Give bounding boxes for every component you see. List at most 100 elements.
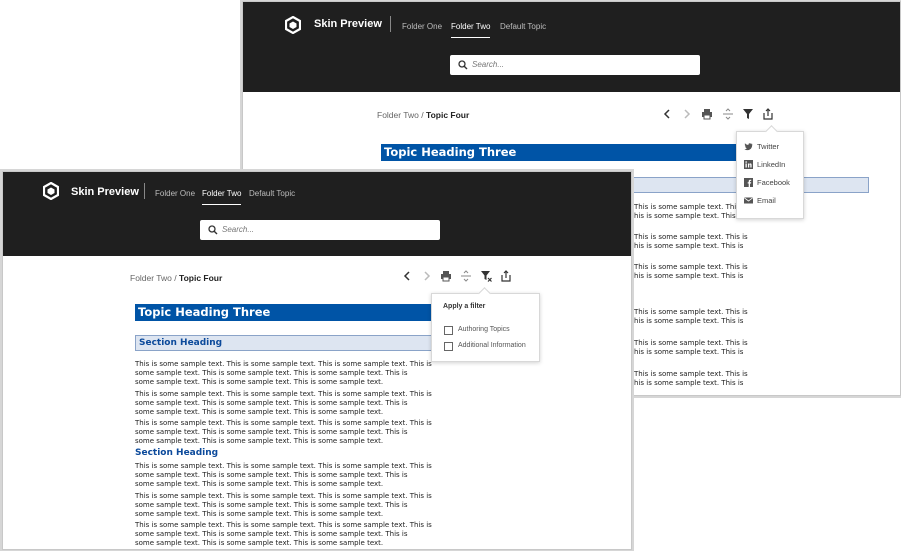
text-line: his is some sample text. This is (634, 242, 744, 250)
text-line: This is some sample text. This is (634, 339, 748, 347)
breadcrumb-current: Topic Four (426, 110, 470, 120)
paragraph: This is some sample text. This is some s… (135, 462, 432, 489)
text-line: some sample text. This is some sample te… (135, 530, 408, 538)
text-line: some sample text. This is some sample te… (135, 378, 384, 386)
popup-arrow (478, 287, 491, 300)
nav-folder-two[interactable]: Folder Two (451, 22, 491, 38)
filter-clear-icon (481, 271, 492, 282)
text-line: This is some sample text. This is some s… (135, 360, 432, 368)
paragraph: This is some sample text. This is his is… (634, 233, 748, 251)
paragraph: This is some sample text. This is his is… (634, 370, 748, 388)
twitter-icon (744, 143, 753, 151)
email-icon (744, 197, 753, 204)
text-line: his is some sample text. This is (634, 348, 744, 356)
filter-option-label: Authoring Topics (458, 326, 510, 333)
next-topic-button[interactable] (421, 270, 433, 282)
filter-menu-title: Apply a filter (443, 303, 486, 310)
nav-folder-two[interactable]: Folder Two (202, 189, 242, 205)
print-button[interactable] (440, 270, 452, 282)
text-line: some sample text. This is some sample te… (135, 437, 384, 445)
text-line: some sample text. This is some sample te… (135, 408, 384, 416)
print-button[interactable] (701, 108, 713, 120)
breadcrumb: Folder Two / Topic Four (377, 110, 469, 120)
paragraph: This is some sample text. This is his is… (634, 308, 748, 326)
breadcrumb-parent[interactable]: Folder Two (130, 273, 172, 283)
header-bar: Skin Preview Folder One Folder Two Defau… (243, 2, 900, 92)
brand-title[interactable]: Skin Preview (71, 186, 139, 198)
brand-separator (144, 183, 145, 199)
linkedin-icon (744, 160, 753, 169)
chevron-left-icon (403, 271, 410, 281)
topic-heading: Topic Heading Three (381, 144, 741, 161)
header-bar: Skin Preview Folder One Folder Two Defau… (3, 172, 631, 256)
share-icon (501, 270, 511, 282)
text-line: This is some sample text. This is some s… (135, 419, 432, 427)
search-placeholder: Search... (472, 60, 505, 69)
section-heading-2: Section Heading (135, 448, 219, 458)
previous-topic-button[interactable] (401, 270, 413, 282)
chevron-left-icon (663, 109, 670, 119)
text-line: This is some sample text. This is (634, 233, 748, 241)
next-topic-button[interactable] (681, 108, 693, 120)
text-line: some sample text. This is some sample te… (135, 480, 384, 488)
nav-default-topic[interactable]: Default Topic (249, 189, 295, 198)
paragraph: This is some sample text. This is his is… (634, 263, 748, 281)
breadcrumb-separator: / (174, 273, 177, 283)
section-heading-1: Section Heading (135, 335, 435, 351)
share-linkedin-label: LinkedIn (757, 160, 786, 169)
nav-folder-one[interactable]: Folder One (155, 189, 195, 198)
paragraph: This is some sample text. This is some s… (135, 492, 432, 519)
filter-menu: Apply a filter Authoring Topics Addition… (431, 287, 540, 362)
text-line: This is some sample text. This is (634, 203, 748, 211)
text-line: This is some sample text. This is (634, 308, 748, 316)
topic-heading: Topic Heading Three (135, 304, 435, 321)
text-line: some sample text. This is some sample te… (135, 428, 408, 436)
text-line: some sample text. This is some sample te… (135, 539, 384, 547)
text-line: some sample text. This is some sample te… (135, 501, 408, 509)
printer-icon (441, 271, 451, 282)
text-line: This is some sample text. This is (634, 263, 748, 271)
paragraph: This is some sample text. This is some s… (135, 390, 432, 417)
printer-icon (702, 109, 712, 120)
search-input[interactable]: Search... (450, 55, 700, 75)
filter-button[interactable] (742, 108, 754, 120)
text-line: his is some sample text. This is (634, 212, 744, 220)
breadcrumb-separator: / (421, 110, 424, 120)
text-line: This is some sample text. This is some s… (135, 390, 432, 398)
text-line: his is some sample text. This is (634, 272, 744, 280)
paragraph: This is some sample text. This is some s… (135, 419, 432, 446)
expand-collapse-button[interactable] (460, 270, 472, 282)
logo-icon (285, 16, 301, 34)
expand-collapse-icon (723, 108, 733, 120)
search-input[interactable]: Search... (200, 220, 440, 240)
paragraph: This is some sample text. This is some s… (135, 521, 432, 548)
chevron-right-icon (684, 109, 691, 119)
front-window: Skin Preview Folder One Folder Two Defau… (2, 171, 632, 550)
share-twitter-label: Twitter (757, 142, 780, 151)
search-placeholder: Search... (222, 225, 255, 234)
nav-default-topic[interactable]: Default Topic (500, 22, 546, 31)
popup-arrow (765, 125, 778, 138)
checkbox[interactable] (444, 342, 453, 351)
breadcrumb-parent[interactable]: Folder Two (377, 110, 419, 120)
logo-icon (43, 182, 59, 200)
filter-icon (743, 109, 753, 119)
filter-button[interactable] (480, 270, 492, 282)
share-menu: Twitter LinkedIn Facebook Email (736, 125, 804, 219)
nav-folder-one[interactable]: Folder One (402, 22, 442, 31)
brand-title[interactable]: Skin Preview (314, 18, 382, 30)
text-line: his is some sample text. This is (634, 317, 744, 325)
share-button[interactable] (762, 108, 774, 120)
checkbox[interactable] (444, 326, 453, 335)
text-line: This is some sample text. This is some s… (135, 462, 432, 470)
share-button[interactable] (500, 270, 512, 282)
expand-collapse-icon (461, 270, 471, 282)
previous-topic-button[interactable] (661, 108, 673, 120)
text-line: some sample text. This is some sample te… (135, 399, 408, 407)
text-line: This is some sample text. This is some s… (135, 521, 432, 529)
filter-option-label: Additional Information (458, 342, 526, 349)
expand-collapse-button[interactable] (722, 108, 734, 120)
search-icon (458, 60, 468, 70)
text-line: some sample text. This is some sample te… (135, 510, 384, 518)
paragraph: This is some sample text. This is his is… (634, 203, 748, 221)
